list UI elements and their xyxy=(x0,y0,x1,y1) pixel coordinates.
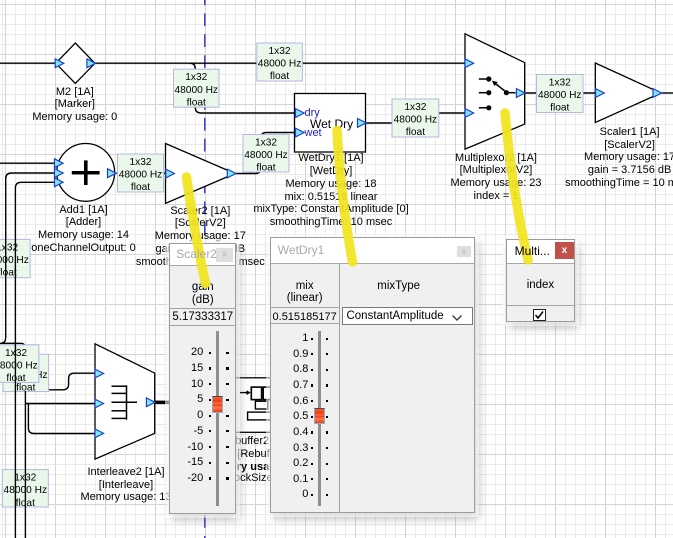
svg-text:float: float xyxy=(550,103,569,114)
svg-text:48000 Hz: 48000 Hz xyxy=(0,360,38,371)
svg-text:48000 Hz: 48000 Hz xyxy=(119,170,163,181)
svg-text:1x32: 1x32 xyxy=(255,138,277,149)
svg-text:1x32: 1x32 xyxy=(5,348,27,359)
svg-text:48000 Hz: 48000 Hz xyxy=(538,90,582,101)
svg-text:48000 Hz: 48000 Hz xyxy=(258,59,302,70)
svg-text:1x32: 1x32 xyxy=(269,46,291,57)
svg-text:1x32: 1x32 xyxy=(129,157,151,168)
svg-text:48000 Hz: 48000 Hz xyxy=(394,115,438,126)
svg-text:float: float xyxy=(270,71,289,82)
svg-text:float: float xyxy=(131,182,150,193)
svg-text:1x32: 1x32 xyxy=(549,78,571,89)
svg-text:1x32: 1x32 xyxy=(404,102,426,113)
svg-text:48000 Hz: 48000 Hz xyxy=(0,255,29,266)
svg-text:float: float xyxy=(0,268,17,279)
svg-text:1x32: 1x32 xyxy=(185,72,207,83)
svg-text:float: float xyxy=(406,127,425,138)
